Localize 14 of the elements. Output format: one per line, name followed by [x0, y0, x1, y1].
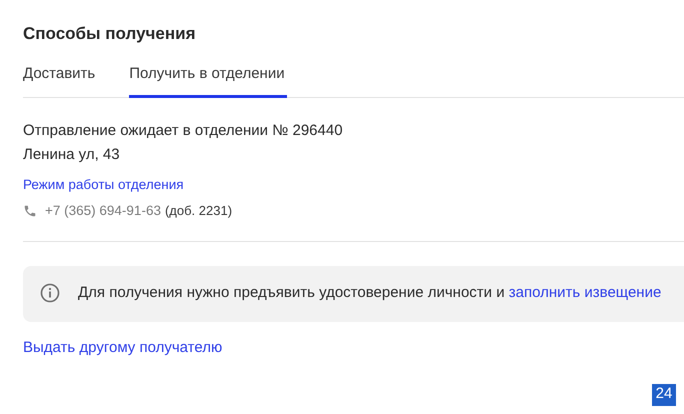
badge[interactable]: 24 [652, 384, 676, 406]
info-icon [40, 283, 60, 303]
extension-text: (доб. 2231) [164, 203, 232, 218]
status-text: Отправление ожидает в отделении № 296440 [23, 121, 343, 141]
tab[interactable]: Доставить [23, 65, 98, 98]
notice-text: Для получения нужно предъявить удостоверение личности и заполнить извещение [78, 283, 662, 303]
other-recipient-link[interactable]: Выдать другому получателю [23, 339, 222, 356]
hours-link[interactable]: Режим работы отделения [23, 176, 184, 194]
phone-icon [23, 204, 37, 218]
section-title: Способы получения [23, 24, 197, 44]
fill-notice-link[interactable]: заполнить извещение [508, 284, 662, 301]
address-text: Ленина ул, 43 [23, 145, 120, 165]
tab[interactable]: Получить в отделении [129, 65, 287, 98]
phone-number: +7 (365) 694-91-63 [45, 203, 161, 218]
